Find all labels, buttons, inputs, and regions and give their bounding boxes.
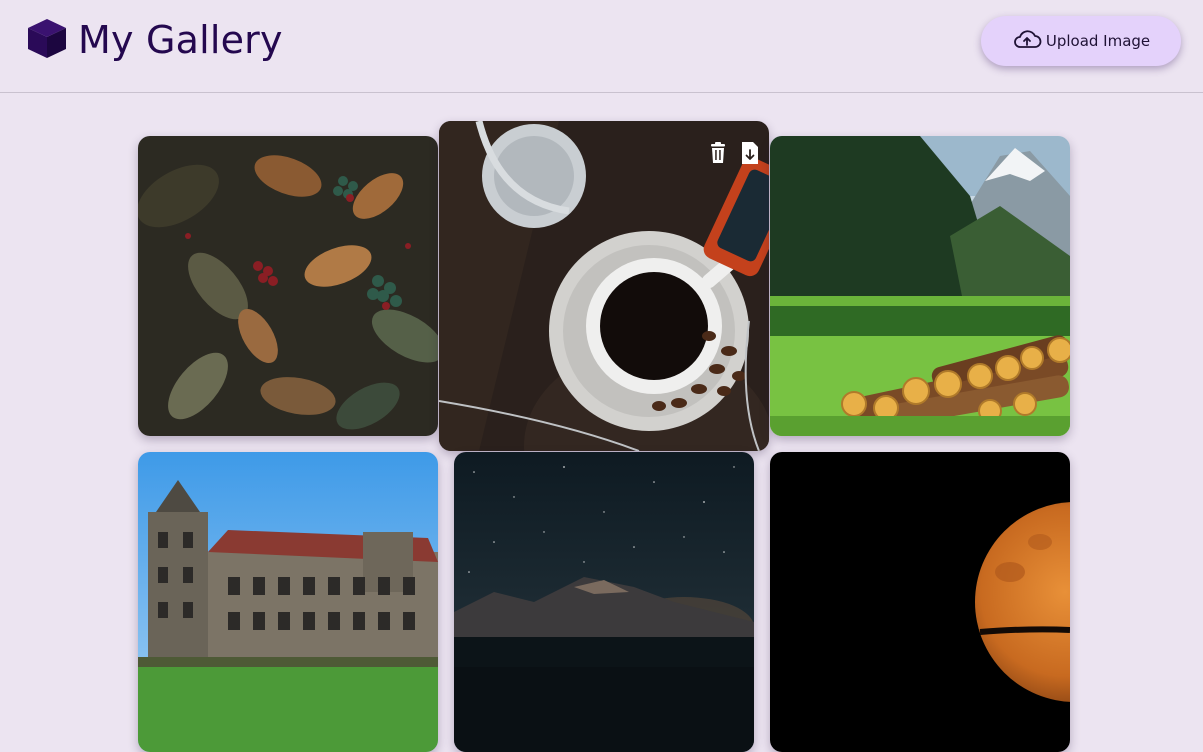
upload-image-button[interactable]: Upload Image — [981, 16, 1181, 66]
night-sky-photo — [454, 452, 754, 752]
download-icon[interactable] — [739, 141, 761, 165]
mountain-photo — [770, 136, 1070, 436]
gallery-image-mountain[interactable] — [770, 136, 1070, 436]
gallery-image-building[interactable] — [138, 452, 438, 752]
moon-photo — [770, 452, 1070, 752]
image-actions — [707, 141, 761, 165]
gallery-image-moon[interactable] — [770, 452, 1070, 752]
page-title: My Gallery — [78, 18, 283, 62]
delete-icon[interactable] — [707, 141, 729, 165]
cube-icon — [26, 17, 68, 63]
app-header: My Gallery Upload Image — [0, 0, 1203, 93]
gallery-image-coffee[interactable] — [439, 121, 769, 451]
building-photo — [138, 452, 438, 752]
berries-photo — [138, 136, 438, 436]
gallery-image-night-sky[interactable] — [454, 452, 754, 752]
gallery-image-berries[interactable] — [138, 136, 438, 436]
cloud-upload-icon — [1012, 28, 1046, 54]
coffee-photo — [439, 121, 769, 451]
brand: My Gallery — [26, 17, 283, 63]
upload-button-label: Upload Image — [1045, 32, 1151, 50]
